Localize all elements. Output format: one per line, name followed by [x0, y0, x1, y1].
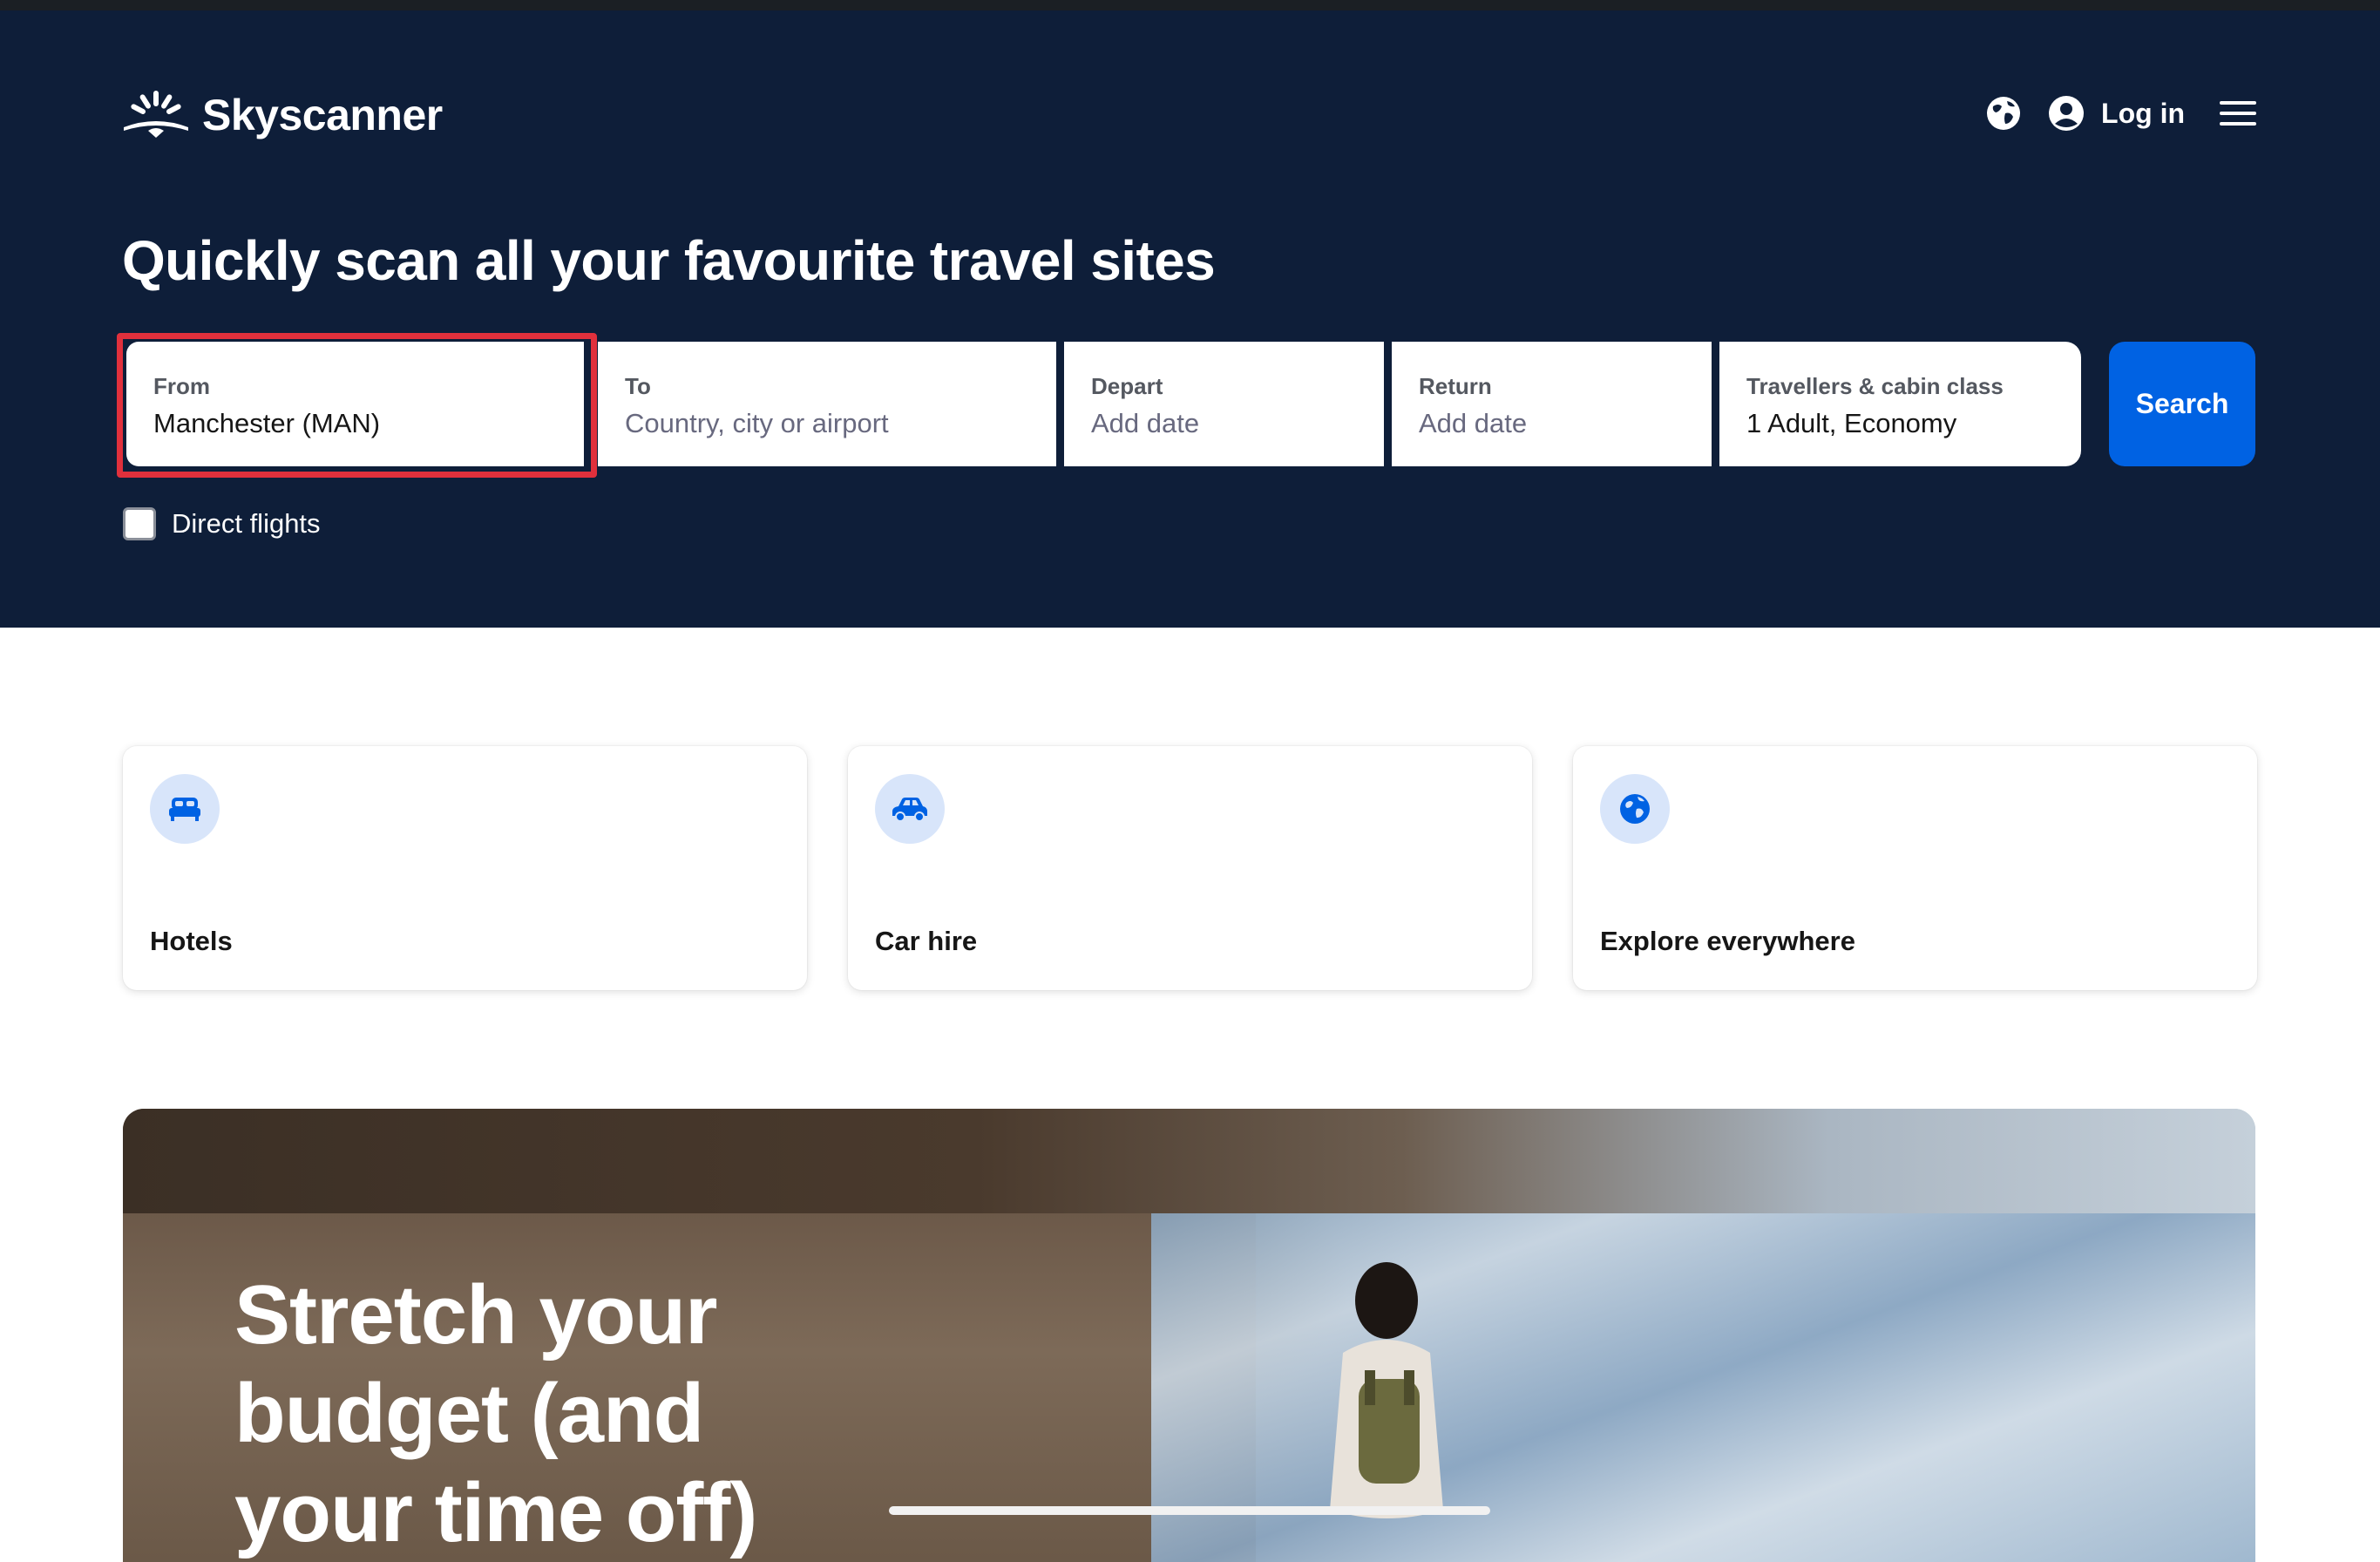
hotels-label: Hotels	[150, 926, 233, 956]
return-placeholder: Add date	[1419, 408, 1528, 438]
hotels-card[interactable]: Hotels	[123, 746, 807, 990]
direct-flights-label: Direct flights	[172, 508, 321, 539]
promo-banner[interactable]: Stretch your budget (and your time off)	[123, 1109, 2255, 1562]
top-strip	[0, 0, 2380, 10]
depart-placeholder: Add date	[1091, 408, 1200, 438]
search-button[interactable]: Search	[2109, 342, 2255, 466]
globe-icon	[1620, 794, 1650, 824]
account-icon	[2049, 96, 2085, 131]
header-actions: Log in	[1984, 92, 2256, 134]
depart-label: Depart	[1091, 373, 1163, 399]
depart-date-field[interactable]: Depart Add date	[1064, 342, 1384, 466]
explore-everywhere-card[interactable]: Explore everywhere	[1573, 746, 2257, 990]
explore-icon-circle	[1600, 774, 1670, 844]
page-title: Quickly scan all your favourite travel s…	[122, 229, 1216, 292]
travellers-cabin-field[interactable]: Travellers & cabin class 1 Adult, Econom…	[1719, 342, 2081, 466]
return-date-field[interactable]: Return Add date	[1392, 342, 1712, 466]
from-value: Manchester (MAN)	[153, 408, 381, 438]
promo-title: Stretch your budget (and your time off)	[234, 1268, 757, 1559]
globe-icon[interactable]	[1984, 94, 2023, 132]
direct-flights-option[interactable]: Direct flights	[123, 507, 321, 540]
explore-everywhere-label: Explore everywhere	[1600, 926, 1855, 956]
cliff-image	[123, 1109, 2255, 1213]
to-label: To	[625, 373, 651, 399]
car-hire-label: Car hire	[875, 926, 978, 956]
skyscanner-logo[interactable]: Skyscanner	[122, 87, 443, 143]
travellers-label: Travellers & cabin class	[1746, 373, 2004, 399]
carousel-indicator[interactable]	[889, 1506, 1490, 1515]
to-field[interactable]: To Country, city or airport	[598, 342, 1056, 466]
traveller-photo	[1330, 1262, 1443, 1518]
car-hire-card[interactable]: Car hire	[848, 746, 1532, 990]
car-hire-icon-circle	[875, 774, 945, 844]
sunrise-logo-icon	[124, 91, 188, 138]
hotels-icon-circle	[150, 774, 220, 844]
bed-icon	[169, 798, 200, 821]
login-label: Log in	[2101, 97, 2185, 129]
from-label: From	[153, 373, 210, 399]
car-icon	[892, 798, 927, 822]
from-field[interactable]: From Manchester (MAN)	[126, 342, 584, 466]
direct-flights-checkbox[interactable]	[123, 507, 156, 540]
travellers-value: 1 Adult, Economy	[1746, 408, 1957, 438]
login-button[interactable]: Log in	[2047, 94, 2185, 132]
menu-icon[interactable]	[2220, 99, 2256, 127]
logo-text: Skyscanner	[202, 91, 443, 139]
return-label: Return	[1419, 373, 1492, 399]
to-placeholder: Country, city or airport	[625, 408, 889, 438]
